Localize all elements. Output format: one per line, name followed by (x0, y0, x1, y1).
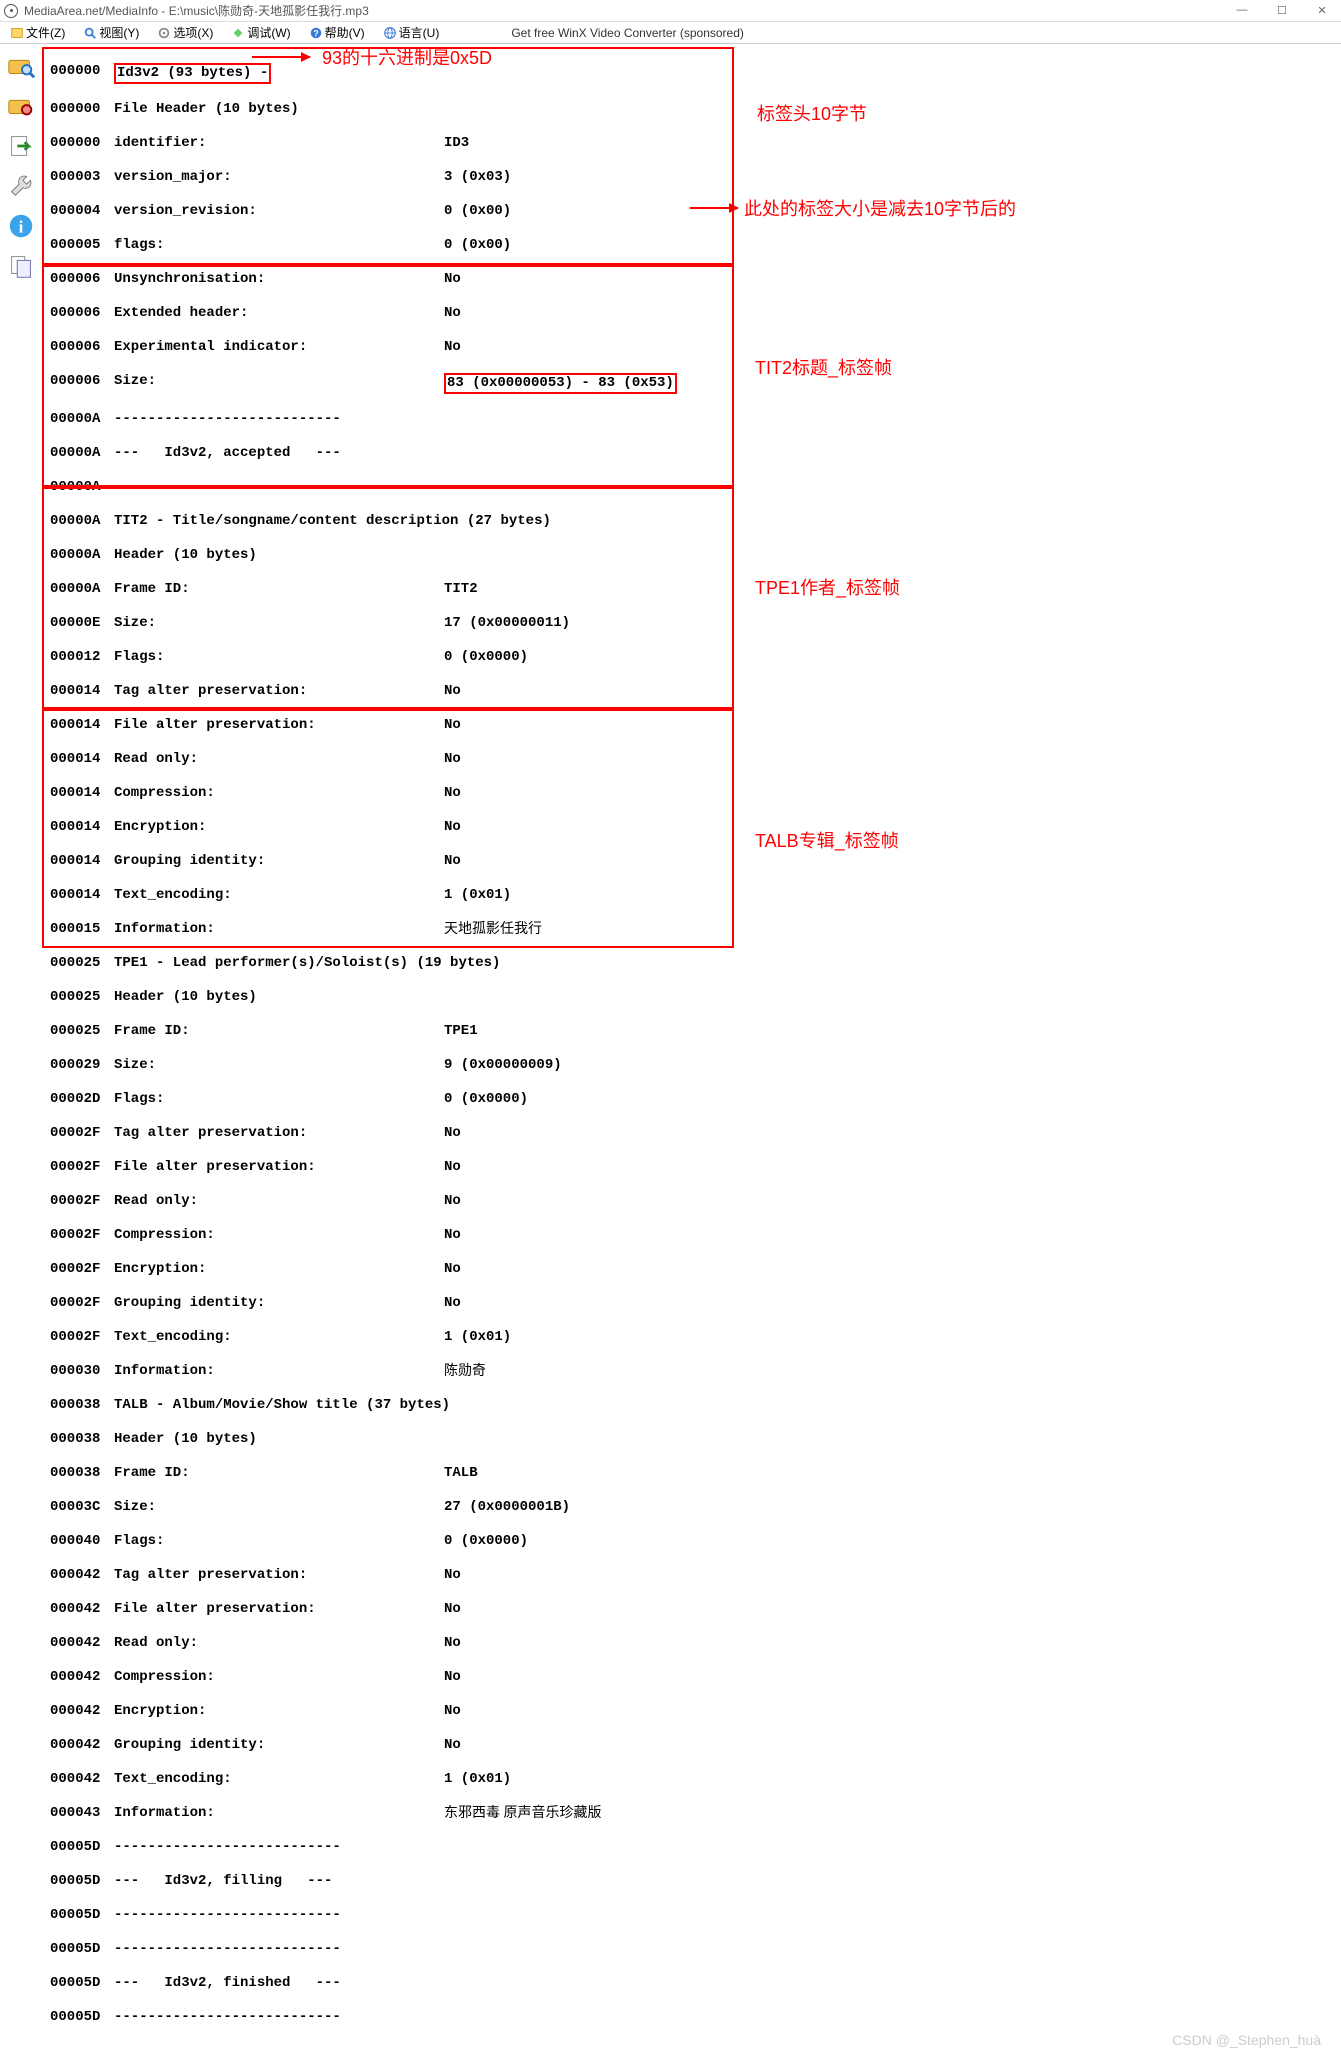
toolbar-preferences[interactable] (3, 168, 39, 204)
menubar: 文件(Z) 视图(Y) 选项(X) 调试(W) ?帮助(V) 语言(U) Get… (0, 22, 1341, 44)
wrench-icon (6, 171, 36, 201)
annotation-text-tit2: TIT2标题_标签帧 (755, 354, 892, 380)
watermark: CSDN @_Stephen_huà (1172, 2032, 1321, 2048)
annotation-text-size: 此处的标签大小是减去10字节后的 (744, 195, 1016, 221)
globe-icon (383, 26, 397, 40)
toolbar-open-folder[interactable] (3, 88, 39, 124)
help-icon: ? (309, 26, 323, 40)
view-icon (83, 26, 97, 40)
options-icon (157, 26, 171, 40)
sponsored-link[interactable]: Get free WinX Video Converter (sponsored… (511, 26, 744, 40)
svg-text:i: i (19, 218, 24, 237)
toolbar-sidebar: i (0, 44, 42, 2060)
annotation-text-talb: TALB专辑_标签帧 (755, 827, 899, 853)
export-icon (6, 131, 36, 161)
annotation-arrow-1 (252, 56, 310, 58)
id3v2-header-size: Id3v2 (93 bytes) - (114, 63, 271, 84)
menu-debug[interactable]: 调试(W) (225, 22, 296, 43)
folder-gear-icon (6, 91, 36, 121)
maximize-button[interactable]: ☐ (1263, 0, 1301, 20)
window-titlebar: MediaArea.net/MediaInfo - E:\music\陈勋奇-天… (0, 0, 1341, 22)
debug-icon (231, 26, 245, 40)
menu-file[interactable]: 文件(Z) (4, 22, 71, 43)
toolbar-export[interactable] (3, 128, 39, 164)
menu-view[interactable]: 视图(Y) (77, 22, 145, 43)
svg-text:?: ? (313, 28, 318, 38)
annotation-arrow-2 (690, 207, 738, 209)
window-title: MediaArea.net/MediaInfo - E:\music\陈勋奇-天… (24, 2, 369, 19)
annotation-text-tpe1: TPE1作者_标签帧 (755, 574, 900, 600)
hex-detail-view: 93的十六进制是0x5D 标签头10字节 此处的标签大小是减去10字节后的 TI… (42, 44, 1341, 2060)
file-icon (10, 26, 24, 40)
toolbar-open-file[interactable] (3, 48, 39, 84)
toolbar-about[interactable]: i (3, 208, 39, 244)
menu-options[interactable]: 选项(X) (151, 22, 219, 43)
id3v2-size-value: 83 (0x00000053) - 83 (0x53) (444, 373, 677, 394)
menu-language[interactable]: 语言(U) (377, 22, 446, 43)
close-button[interactable]: ✕ (1303, 0, 1341, 20)
toolbar-clipboard[interactable] (3, 248, 39, 284)
minimize-button[interactable]: — (1223, 0, 1261, 20)
app-icon (4, 4, 18, 18)
annotation-text-hex93: 93的十六进制是0x5D (322, 44, 492, 70)
folder-magnify-icon (6, 51, 36, 81)
menu-help[interactable]: ?帮助(V) (303, 22, 371, 43)
clipboard-icon (6, 251, 36, 281)
annotation-text-header10: 标签头10字节 (757, 100, 867, 126)
info-icon: i (6, 211, 36, 241)
